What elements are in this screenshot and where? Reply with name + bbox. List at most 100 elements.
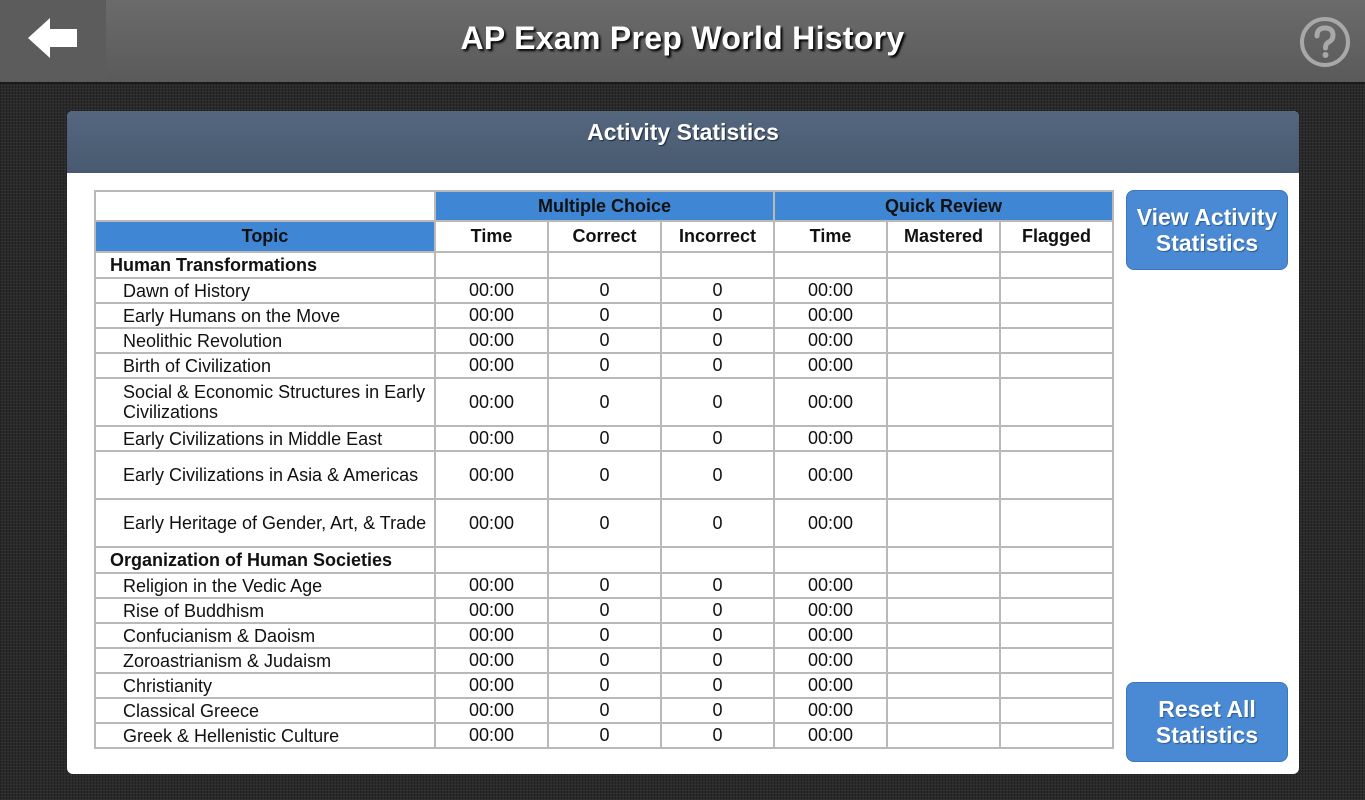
table-row[interactable]: Christianity 00:00 0 0 00:00 <box>94 672 1115 699</box>
mc-time-cell: 00:00 <box>434 498 549 548</box>
section-empty-cell <box>886 251 1002 279</box>
mastered-cell <box>886 647 1002 674</box>
section-empty-cell <box>886 546 1002 574</box>
correct-cell: 0 <box>547 302 662 329</box>
table-row[interactable]: Early Heritage of Gender, Art, & Trade 00… <box>94 498 1115 548</box>
mc-time-cell: 00:00 <box>434 572 549 599</box>
column-header-mastered: Mastered <box>886 220 1002 253</box>
flagged-cell <box>999 352 1115 379</box>
mc-time-cell: 00:00 <box>434 302 549 329</box>
topic-cell: Early Heritage of Gender, Art, & Trade <box>94 498 436 548</box>
table-row[interactable]: Early Humans on the Move 00:00 0 0 00:00 <box>94 302 1115 329</box>
correct-cell: 0 <box>547 697 662 724</box>
section-empty-cell <box>547 251 662 279</box>
incorrect-cell: 0 <box>659 327 776 354</box>
incorrect-cell: 0 <box>659 450 776 500</box>
mc-time-cell: 00:00 <box>434 327 549 354</box>
topic-cell: Birth of Civilization <box>94 352 436 379</box>
table-row[interactable]: Dawn of History 00:00 0 0 00:00 <box>94 277 1115 304</box>
correct-cell: 0 <box>547 572 662 599</box>
top-bar: AP Exam Prep World History <box>0 0 1365 84</box>
correct-cell: 0 <box>547 647 662 674</box>
reset-all-statistics-button[interactable]: Reset All Statistics <box>1126 682 1288 762</box>
panel-title: Activity Statistics <box>587 119 779 145</box>
flagged-cell <box>999 450 1115 500</box>
app-title: AP Exam Prep World History <box>460 20 905 56</box>
mastered-cell <box>886 722 1002 749</box>
table-corner <box>94 190 436 222</box>
view-activity-statistics-button[interactable]: View Activity Statistics <box>1126 190 1288 270</box>
column-header-correct: Correct <box>547 220 662 253</box>
mc-time-cell: 00:00 <box>434 597 549 624</box>
topic-cell: Christianity <box>94 672 436 699</box>
mastered-cell <box>886 277 1002 304</box>
mc-time-cell: 00:00 <box>434 697 549 724</box>
topic-cell: Early Humans on the Move <box>94 302 436 329</box>
incorrect-cell: 0 <box>659 425 776 452</box>
section-empty-cell <box>659 546 776 574</box>
incorrect-cell: 0 <box>659 302 776 329</box>
table-row[interactable]: Rise of Buddhism 00:00 0 0 00:00 <box>94 597 1115 624</box>
correct-cell: 0 <box>547 425 662 452</box>
column-header-incorrect: Incorrect <box>659 220 776 253</box>
mc-time-cell: 00:00 <box>434 425 549 452</box>
section-title: Human Transformations <box>94 251 436 279</box>
table-row[interactable]: Classical Greece 00:00 0 0 00:00 <box>94 697 1115 724</box>
section-empty-cell <box>434 251 549 279</box>
topic-cell: Dawn of History <box>94 277 436 304</box>
table-row[interactable]: Early Civilizations in Asia & Americas 00… <box>94 450 1115 500</box>
flagged-cell <box>999 672 1115 699</box>
topic-cell: Rise of Buddhism <box>94 597 436 624</box>
section-empty-cell <box>547 546 662 574</box>
correct-cell: 0 <box>547 377 662 427</box>
correct-cell: 0 <box>547 597 662 624</box>
correct-cell: 0 <box>547 672 662 699</box>
section-empty-cell <box>773 546 889 574</box>
group-header-multiple-choice: Multiple Choice <box>433 190 776 222</box>
table-row[interactable]: Neolithic Revolution 00:00 0 0 00:00 <box>94 327 1115 354</box>
flagged-cell <box>999 377 1115 427</box>
qr-time-cell: 00:00 <box>773 697 889 724</box>
table-row[interactable]: Zoroastrianism & Judaism 00:00 0 0 00:00 <box>94 647 1115 674</box>
qr-time-cell: 00:00 <box>773 672 889 699</box>
mastered-cell <box>886 672 1002 699</box>
column-header-topic: Topic <box>94 220 436 253</box>
incorrect-cell: 0 <box>659 722 776 749</box>
qr-time-cell: 00:00 <box>773 622 889 649</box>
mastered-cell <box>886 450 1002 500</box>
mastered-cell <box>886 327 1002 354</box>
qr-time-cell: 00:00 <box>773 352 889 379</box>
help-button[interactable] <box>1298 15 1352 69</box>
topic-cell: Neolithic Revolution <box>94 327 436 354</box>
column-header-qr-time: Time <box>773 220 889 253</box>
flagged-cell <box>999 302 1115 329</box>
incorrect-cell: 0 <box>659 352 776 379</box>
mc-time-cell: 00:00 <box>434 672 549 699</box>
incorrect-cell: 0 <box>659 277 776 304</box>
table-row[interactable]: Birth of Civilization 00:00 0 0 00:00 <box>94 352 1115 379</box>
section-row: Human Transformations <box>94 251 1115 279</box>
qr-time-cell: 00:00 <box>773 647 889 674</box>
mc-time-cell: 00:00 <box>434 352 549 379</box>
mastered-cell <box>886 622 1002 649</box>
topic-cell: Confucianism & Daoism <box>94 622 436 649</box>
table-row[interactable]: Confucianism & Daoism 00:00 0 0 00:00 <box>94 622 1115 649</box>
flagged-cell <box>999 597 1115 624</box>
topic-cell: Greek & Hellenistic Culture <box>94 722 436 749</box>
qr-time-cell: 00:00 <box>773 722 889 749</box>
table-row[interactable]: Greek & Hellenistic Culture 00:00 0 0 00:00 <box>94 722 1115 749</box>
incorrect-cell: 0 <box>659 672 776 699</box>
table-row[interactable]: Early Civilizations in Middle East 00:00 0… <box>94 425 1115 452</box>
flagged-cell <box>999 572 1115 599</box>
table-row[interactable]: Social & Economic Structures in Early Ci… <box>94 377 1115 427</box>
flagged-cell <box>999 647 1115 674</box>
section-empty-cell <box>434 546 549 574</box>
help-icon <box>1300 17 1350 67</box>
correct-cell: 0 <box>547 722 662 749</box>
table-row[interactable]: Religion in the Vedic Age 00:00 0 0 00:00 <box>94 572 1115 599</box>
mc-time-cell: 00:00 <box>434 647 549 674</box>
correct-cell: 0 <box>547 327 662 354</box>
mc-time-cell: 00:00 <box>434 277 549 304</box>
correct-cell: 0 <box>547 352 662 379</box>
topic-cell: Social & Economic Structures in Early Ci… <box>94 377 436 427</box>
